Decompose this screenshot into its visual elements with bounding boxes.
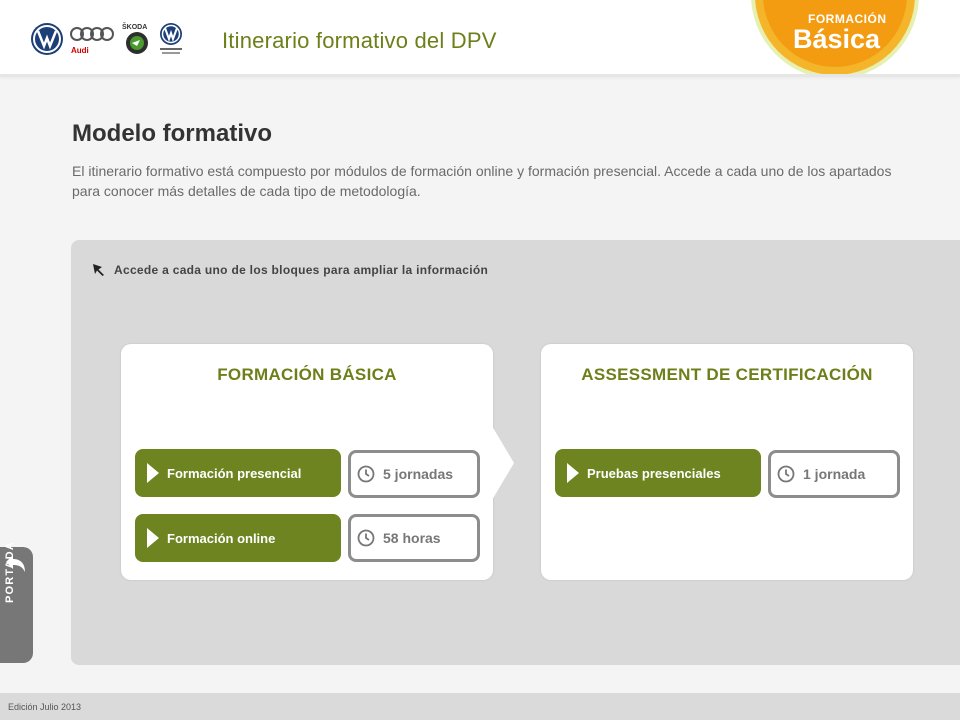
edition-text: Edición Julio 2013 [8, 702, 82, 712]
clock-icon [357, 529, 375, 547]
footer [0, 693, 960, 720]
clock-icon [777, 465, 795, 483]
duration-box: 58 horas [348, 514, 480, 562]
duration-text: 1 jornada [803, 466, 866, 482]
duration-box: 5 jornadas [348, 450, 480, 498]
app-title: Itinerario formativo del DPV [222, 28, 497, 53]
instruction-hint: Accede a cada uno de los bloques para am… [92, 263, 488, 277]
button-label: Pruebas presenciales [587, 465, 721, 481]
vw-commercial-logo-icon [160, 23, 182, 54]
svg-text:ŠKODA: ŠKODA [122, 22, 147, 31]
play-arrow-icon [567, 463, 579, 483]
card-title: FORMACIÓN BÁSICA [217, 365, 397, 384]
vw-logo-icon [31, 23, 63, 55]
svg-text:Audi: Audi [71, 46, 89, 55]
cursor-arrow-icon [93, 264, 104, 276]
chevron-right-connector [492, 426, 514, 500]
page-title: Modelo formativo [72, 120, 273, 147]
duration-box: 1 jornada [768, 450, 900, 498]
button-label: Formación presencial [167, 465, 302, 481]
play-arrow-icon [147, 463, 159, 483]
formacion-presencial-button[interactable]: Formación presencial [135, 449, 341, 497]
pruebas-presenciales-button[interactable]: Pruebas presenciales [555, 449, 761, 497]
duration-text: 5 jornadas [383, 466, 454, 482]
button-label: Formación online [167, 530, 276, 546]
badge-title: Básica [793, 24, 881, 54]
duration-text: 58 horas [383, 530, 441, 546]
header-divider [0, 74, 960, 77]
hint-text: Accede a cada uno de los bloques para am… [114, 263, 489, 277]
play-arrow-icon [147, 528, 159, 548]
card-title: ASSESSMENT DE CERTIFICACIÓN [581, 365, 873, 384]
portada-label: PORTADA [4, 541, 16, 603]
skoda-logo-icon: ŠKODA [122, 22, 148, 54]
clock-icon [357, 465, 375, 483]
formacion-online-button[interactable]: Formación online [135, 514, 341, 562]
header: Audi ŠKODA Itinerario formativo del DPV … [0, 0, 960, 75]
audi-logo-icon: Audi [70, 27, 114, 55]
page-intro: El itinerario formativo está compuesto p… [72, 163, 892, 199]
